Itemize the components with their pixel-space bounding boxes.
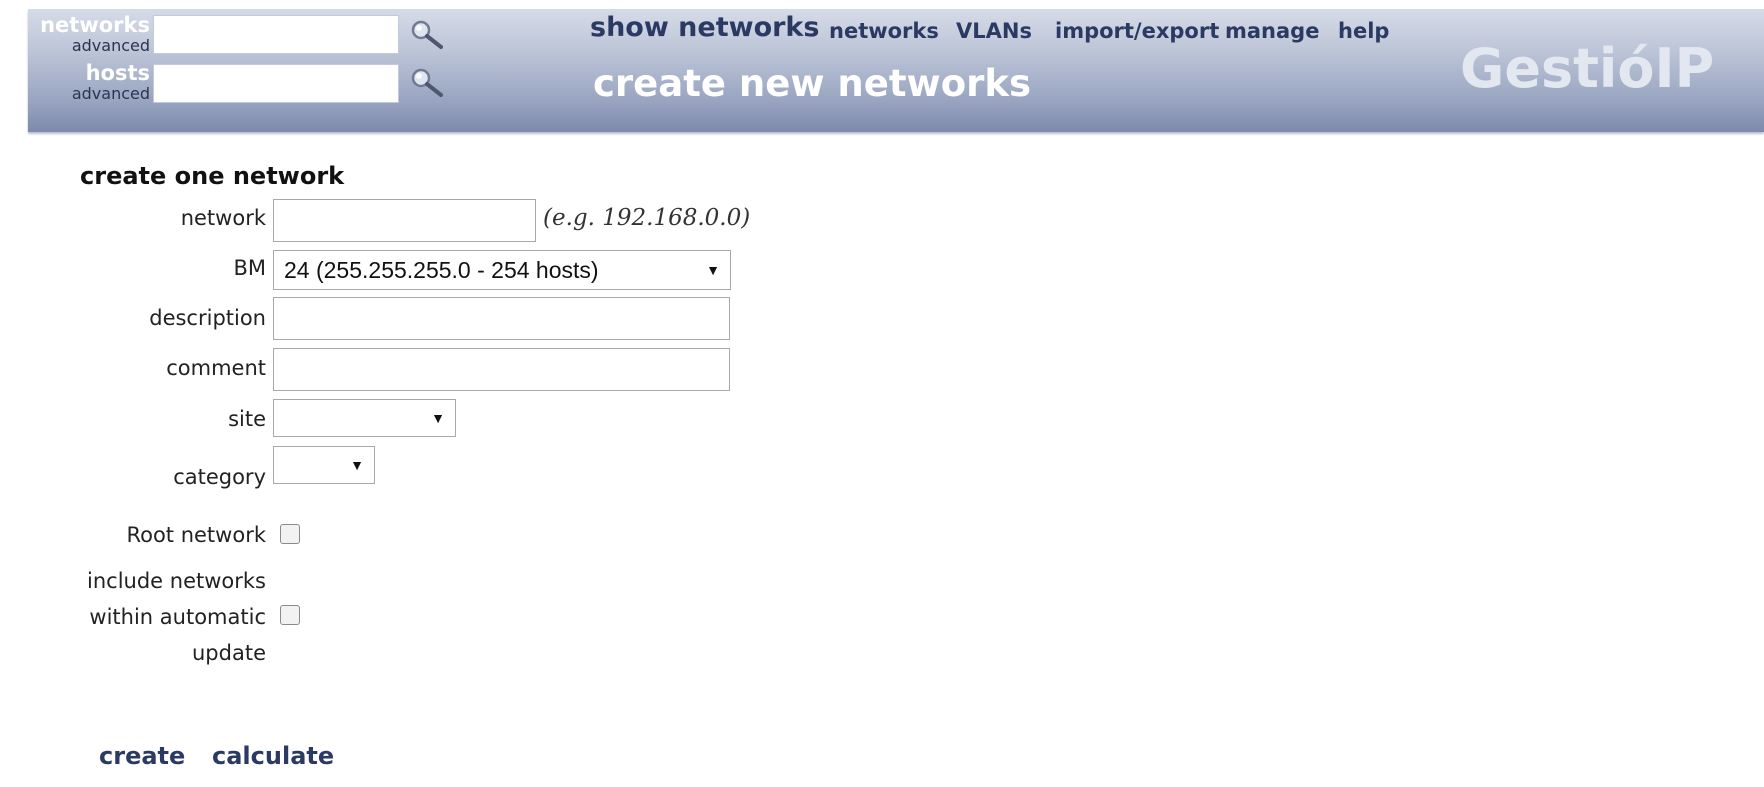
network-hint: (e.g. 192.168.0.0)	[543, 205, 751, 231]
hosts-search-input[interactable]	[153, 64, 399, 103]
create-button[interactable]: create	[99, 742, 185, 770]
include-label-line: include networks	[87, 569, 266, 593]
chevron-down-icon: ▼	[350, 457, 364, 473]
nav-vlans[interactable]: VLANs	[956, 19, 1032, 43]
networks-search-title: networks	[40, 13, 150, 37]
comment-input[interactable]	[273, 348, 730, 391]
networks-search-label: networks advanced	[28, 14, 150, 55]
chevron-down-icon: ▼	[431, 410, 445, 426]
top-header: networks advanced hosts advanced show ne…	[28, 9, 1764, 132]
hosts-search-title: hosts	[85, 61, 150, 85]
network-label: network	[180, 206, 266, 230]
networks-search-input[interactable]	[153, 15, 399, 54]
section-title: create one network	[80, 162, 345, 190]
networks-search-button[interactable]	[408, 18, 446, 54]
root-network-checkbox[interactable]	[280, 524, 300, 544]
nav-networks[interactable]: networks	[829, 19, 939, 43]
site-label: site	[228, 407, 266, 431]
include-label-line: within automatic	[89, 605, 266, 629]
include-label-line: update	[192, 641, 266, 665]
category-select[interactable]: ▼	[273, 446, 375, 484]
gestioip-logo: GestióIP	[1460, 37, 1715, 100]
include-auto-update-label: include networks within automatic update	[87, 563, 266, 671]
bm-select[interactable]: 24 (255.255.255.0 - 254 hosts) ▼	[273, 250, 731, 290]
networks-advanced-link[interactable]: advanced	[28, 36, 150, 55]
show-networks-title: show networks	[590, 12, 820, 43]
magnifier-icon	[411, 20, 443, 49]
category-label: category	[173, 465, 266, 489]
site-select[interactable]: ▼	[273, 399, 456, 437]
bm-label: BM	[233, 256, 266, 280]
hosts-search-button[interactable]	[408, 66, 446, 102]
nav-import-export[interactable]: import/export	[1055, 19, 1219, 43]
hosts-search-label: hosts advanced	[28, 62, 150, 103]
hosts-advanced-link[interactable]: advanced	[28, 84, 150, 103]
root-network-label: Root network	[126, 523, 266, 547]
nav-manage[interactable]: manage	[1225, 19, 1319, 43]
include-auto-update-checkbox[interactable]	[280, 605, 300, 625]
calculate-button[interactable]: calculate	[212, 742, 334, 770]
bm-selected-value: 24 (255.255.255.0 - 254 hosts)	[284, 256, 599, 283]
description-input[interactable]	[273, 297, 730, 340]
nav-help[interactable]: help	[1338, 19, 1389, 43]
description-label: description	[149, 306, 266, 330]
comment-label: comment	[166, 356, 266, 380]
network-input[interactable]	[273, 199, 536, 242]
page-title: create new networks	[593, 62, 1032, 105]
magnifier-icon	[411, 68, 443, 97]
chevron-down-icon: ▼	[706, 262, 720, 278]
